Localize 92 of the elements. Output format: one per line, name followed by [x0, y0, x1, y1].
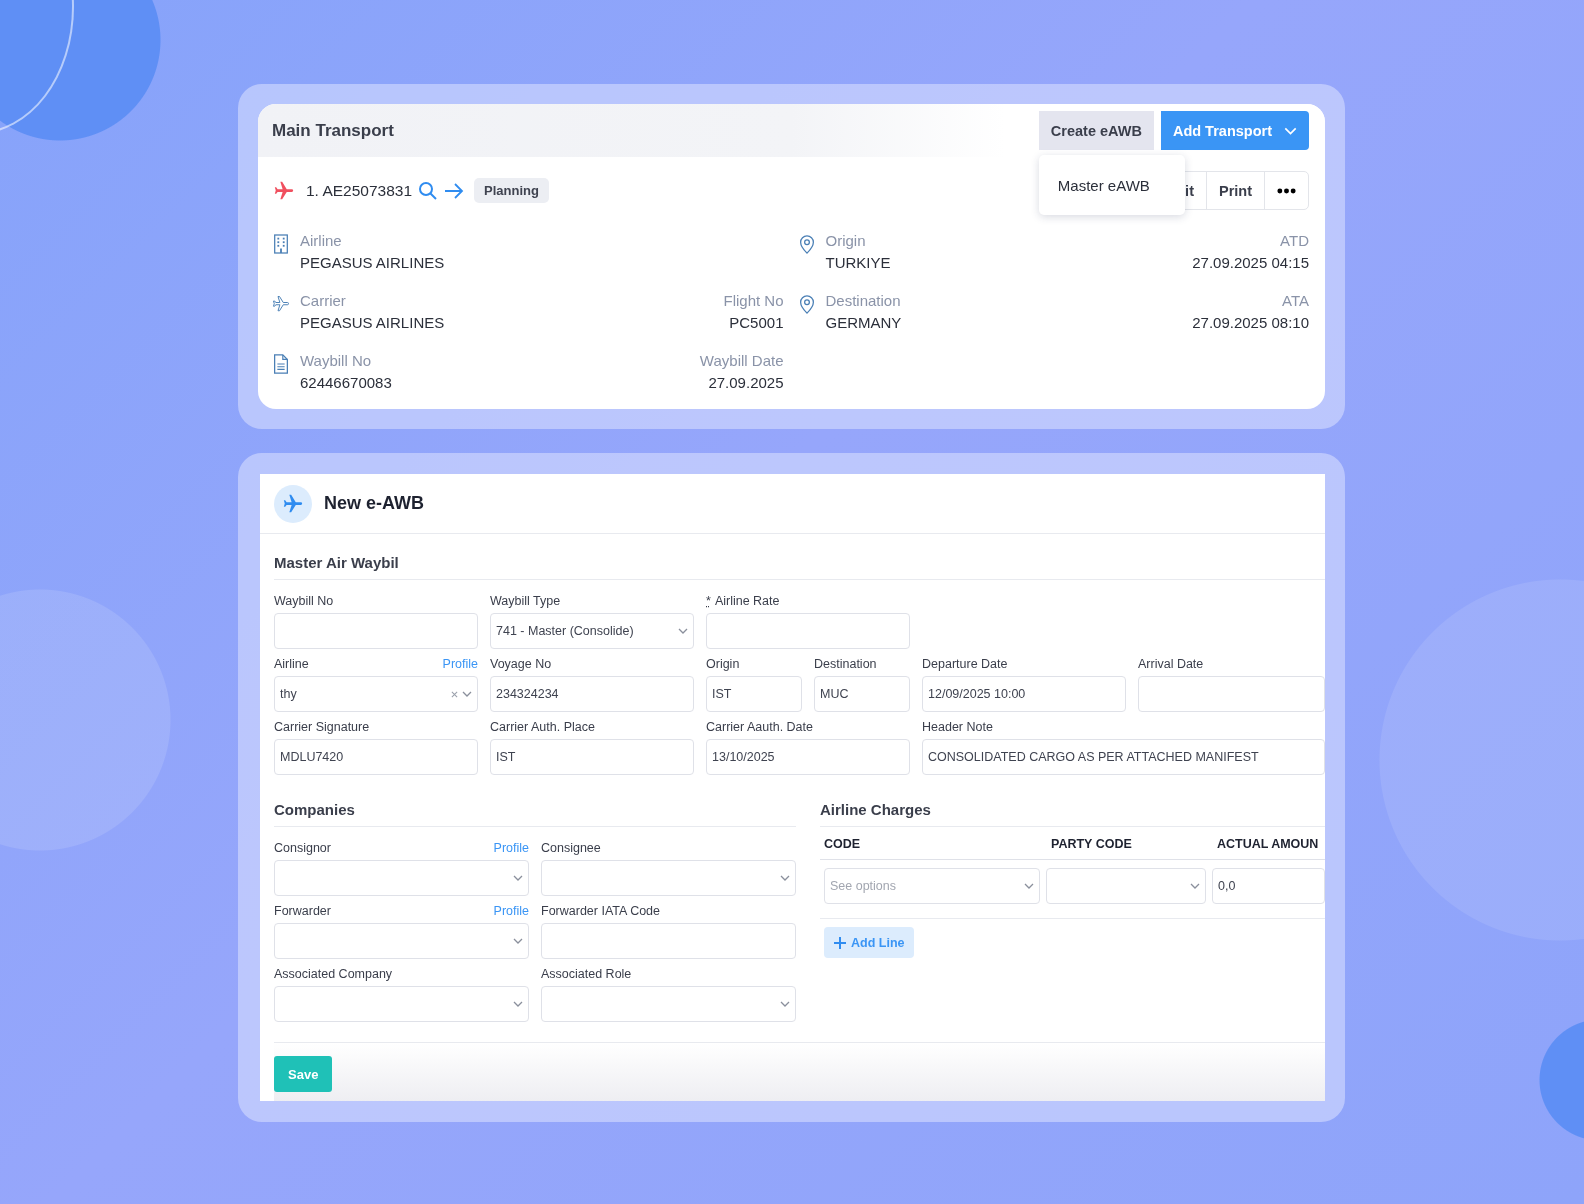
detail-value: PEGASUS AIRLINES: [300, 254, 446, 271]
field-label: Waybill No: [274, 594, 334, 608]
chevron-down-icon: [780, 1001, 790, 1007]
detail-value: PC5001: [729, 314, 784, 331]
input-field[interactable]: CONSOLIDATED CARGO AS PER ATTACHED MANIFEST: [922, 739, 1325, 775]
panel-title: Main Transport: [272, 120, 394, 141]
location-pin-icon: [797, 294, 816, 314]
detail-value: 27.09.2025: [708, 374, 784, 391]
airplane-icon: [272, 179, 296, 202]
input-field[interactable]: MUC: [814, 676, 910, 712]
building-icon: [272, 234, 290, 254]
section-title: Master Air Waybil: [274, 548, 1325, 580]
input-field[interactable]: 13/10/2025: [706, 739, 910, 775]
input-field[interactable]: [1138, 676, 1325, 712]
detail-label: Origin: [825, 232, 867, 249]
detail-label: Waybill Date: [699, 352, 784, 369]
column-header: PARTY CODE: [1051, 837, 1133, 851]
detail-value: TURKIYE: [825, 254, 892, 271]
input-field[interactable]: 12/09/2025 10:00: [922, 676, 1126, 712]
field-label: Carrier Aauth. Date: [706, 720, 813, 734]
document-icon: [272, 354, 290, 374]
input-field[interactable]: 0,0: [1212, 868, 1325, 904]
detail-label: Waybill No: [300, 352, 373, 369]
location-pin-icon: [797, 234, 816, 254]
detail-value: 62446670083: [300, 374, 393, 391]
dropdown-field[interactable]: thy: [274, 676, 478, 712]
detail-label: Destination: [825, 292, 902, 309]
detail-label: ATA: [1282, 292, 1309, 309]
chevron-down-icon: [513, 938, 523, 944]
status-badge: Planning: [474, 178, 549, 203]
field-label: Departure Date: [922, 657, 1008, 671]
field-label: Destination: [814, 657, 877, 671]
detail-value: GERMANY: [825, 314, 903, 331]
dropdown-field[interactable]: [274, 923, 529, 959]
form-title: New e-AWB: [324, 493, 424, 514]
dropdown-field[interactable]: [541, 986, 796, 1022]
input-field[interactable]: 234324234: [490, 676, 694, 712]
chevron-down-icon: [1024, 883, 1034, 889]
field-label: Consignor: [274, 841, 331, 855]
field-label: Associated Company: [274, 967, 393, 981]
airplane-icon: [274, 484, 312, 523]
field-label: * Airline Rate: [706, 594, 780, 608]
input-field[interactable]: MDLU7420: [274, 739, 478, 775]
detail-value: PEGASUS AIRLINES: [300, 314, 446, 331]
field-label: Carrier Signature: [274, 720, 370, 734]
chevron-down-icon: [1284, 126, 1297, 135]
transport-number: 1. AE25073831: [306, 181, 413, 200]
detail-label: ATD: [1280, 232, 1309, 249]
dropdown-field[interactable]: [274, 860, 529, 896]
column-header: CODE: [824, 837, 862, 851]
menu-item[interactable]: Master eAWB: [1038, 176, 1169, 194]
detail-value: 27.09.2025 04:15: [1192, 254, 1309, 271]
chevron-down-icon: [678, 628, 688, 634]
dropdown-field[interactable]: [541, 860, 796, 896]
clear-icon[interactable]: [451, 690, 458, 698]
field-label: Forwarder: [274, 904, 331, 918]
dropdown-field[interactable]: [274, 986, 529, 1022]
detail-value: 27.09.2025 08:10: [1192, 314, 1309, 331]
input-field[interactable]: IST: [706, 676, 802, 712]
detail-label: Carrier: [300, 292, 347, 309]
plus-icon: [834, 936, 846, 949]
dropdown-field[interactable]: 741 - Master (Consolide): [490, 613, 694, 649]
more-icon[interactable]: [1277, 187, 1296, 194]
create-button[interactable]: Create eAWB: [1038, 111, 1154, 150]
field-label: Forwarder IATA Code: [541, 904, 661, 918]
field-label: Voyage No: [490, 657, 552, 671]
field-label: Waybill Type: [490, 594, 561, 608]
field-label: Carrier Auth. Place: [490, 720, 595, 734]
input-field[interactable]: IST: [490, 739, 694, 775]
field-label: Arrival Date: [1138, 657, 1204, 671]
detail-label: Flight No: [723, 292, 784, 309]
chevron-down-icon: [462, 691, 472, 697]
dropdown-field[interactable]: [1046, 868, 1206, 904]
field-label: Origin: [706, 657, 740, 671]
field-label: Consignee: [541, 841, 601, 855]
airplane-icon: [272, 294, 290, 314]
search-icon[interactable]: [418, 180, 439, 201]
chevron-down-icon: [513, 875, 523, 881]
section-title: Companies: [274, 795, 796, 827]
section-title: Airline Charges: [820, 795, 1325, 827]
detail-label: Airline: [300, 232, 343, 249]
chevron-down-icon: [1190, 883, 1200, 889]
field-label: Associated Role: [541, 967, 632, 981]
input-field[interactable]: [541, 923, 796, 959]
column-header: ACTUAL AMOUN: [1217, 837, 1320, 851]
input-field[interactable]: [706, 613, 910, 649]
field-label: Airline: [274, 657, 309, 671]
chevron-down-icon: [780, 875, 790, 881]
arrow-right-icon[interactable]: [444, 182, 465, 199]
input-field[interactable]: [274, 613, 478, 649]
field-label: Header Note: [922, 720, 993, 734]
chevron-down-icon: [513, 1001, 523, 1007]
